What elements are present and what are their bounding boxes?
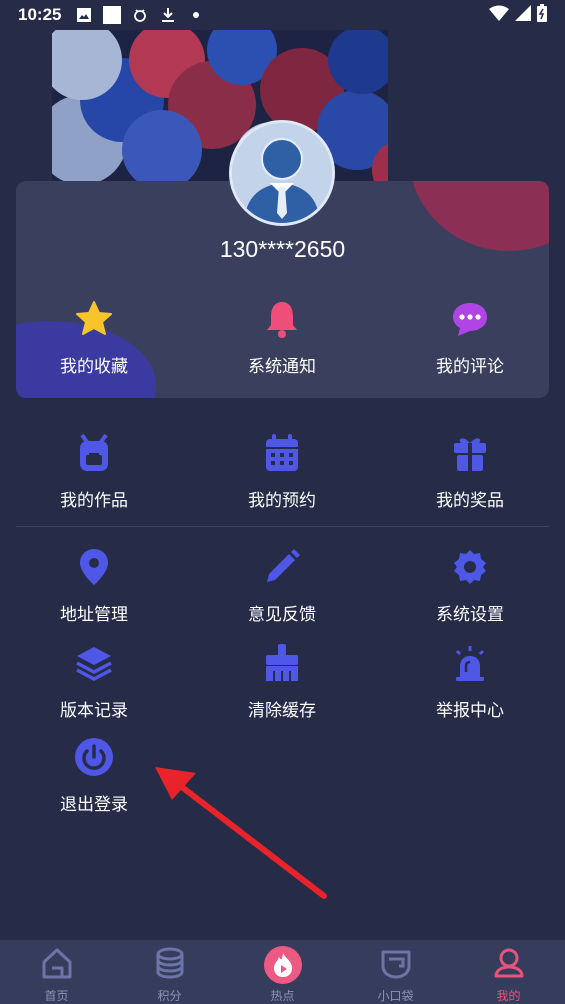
my-prizes-button[interactable]: 我的奖品 xyxy=(436,432,504,511)
layers-icon xyxy=(73,642,115,684)
flame-play-icon xyxy=(263,946,302,984)
status-bar: 10:25 xyxy=(0,0,565,30)
signal-icon xyxy=(515,4,531,26)
favorites-label: 我的收藏 xyxy=(60,357,128,377)
nav-points[interactable]: 积分 xyxy=(113,940,226,1004)
gift-icon xyxy=(449,432,491,474)
home-icon xyxy=(40,946,74,984)
system-settings-label: 系统设置 xyxy=(436,605,504,625)
pencil-icon xyxy=(261,546,303,588)
divider xyxy=(16,526,549,527)
notifications-button[interactable]: 系统通知 xyxy=(248,298,316,377)
image-icon xyxy=(75,6,93,24)
clear-cache-button[interactable]: 清除缓存 xyxy=(248,642,316,721)
nav-pocket[interactable]: 小口袋 xyxy=(339,940,452,1004)
coins-icon xyxy=(153,946,187,984)
my-works-button[interactable]: 我的作品 xyxy=(60,432,128,511)
calendar-icon xyxy=(261,432,303,474)
white-square-icon xyxy=(103,6,122,24)
download-icon xyxy=(159,6,177,24)
nav-hot[interactable]: 热点 xyxy=(226,940,339,1004)
star-icon xyxy=(73,298,115,340)
broom-icon xyxy=(261,642,303,684)
user-icon xyxy=(492,946,526,984)
nav-home[interactable]: 首页 xyxy=(0,940,113,1004)
nav-hot-label: 热点 xyxy=(270,989,295,1003)
notifications-label: 系统通知 xyxy=(248,357,316,377)
logout-button[interactable]: 退出登录 xyxy=(60,736,128,815)
clear-cache-label: 清除缓存 xyxy=(248,701,316,721)
backpack-icon xyxy=(73,432,115,474)
report-center-label: 举报中心 xyxy=(436,701,504,721)
feedback-label: 意见反馈 xyxy=(248,605,316,625)
bell-icon xyxy=(261,298,303,340)
profile-banner-image xyxy=(52,30,388,182)
power-icon xyxy=(73,736,115,778)
logout-label: 退出登录 xyxy=(60,795,128,815)
menu-row: 我的作品 我的预约 我的奖品 xyxy=(0,432,565,511)
nav-points-label: 积分 xyxy=(157,989,182,1003)
alarm-siren-icon xyxy=(449,642,491,684)
my-prizes-label: 我的奖品 xyxy=(436,491,504,511)
system-settings-button[interactable]: 系统设置 xyxy=(436,546,504,625)
version-history-button[interactable]: 版本记录 xyxy=(60,642,128,721)
version-history-label: 版本记录 xyxy=(60,701,128,721)
favorites-button[interactable]: 我的收藏 xyxy=(60,298,128,377)
nav-home-label: 首页 xyxy=(44,989,69,1003)
nav-mine-label: 我的 xyxy=(496,989,521,1003)
dot-icon xyxy=(187,6,205,24)
feedback-button[interactable]: 意见反馈 xyxy=(248,546,316,625)
menu-row: 地址管理 意见反馈 系统设置 xyxy=(0,546,565,625)
pocket-icon xyxy=(379,946,413,984)
my-works-label: 我的作品 xyxy=(60,491,128,511)
comment-icon xyxy=(449,298,491,340)
menu-row: 版本记录 清除缓存 举报中心 xyxy=(0,642,565,721)
battery-icon xyxy=(537,3,547,27)
report-center-button[interactable]: 举报中心 xyxy=(436,642,504,721)
wifi-icon xyxy=(489,5,509,26)
gear-icon xyxy=(449,546,491,588)
bug-icon xyxy=(131,6,149,24)
quick-actions-row: 我的收藏 系统通知 我的评论 xyxy=(0,298,565,377)
address-management-label: 地址管理 xyxy=(60,605,128,625)
nav-pocket-label: 小口袋 xyxy=(377,989,414,1003)
comments-button[interactable]: 我的评论 xyxy=(436,298,504,377)
my-reservations-label: 我的预约 xyxy=(248,491,316,511)
avatar[interactable] xyxy=(229,120,335,226)
phone-number: 130****2650 xyxy=(219,236,346,262)
status-time: 10:25 xyxy=(18,5,62,24)
menu-row: 退出登录 xyxy=(0,736,565,815)
nav-mine[interactable]: 我的 xyxy=(452,940,565,1004)
location-pin-icon xyxy=(73,546,115,588)
bottom-navigation: 首页 积分 热点 小口袋 我的 xyxy=(0,940,565,1004)
address-management-button[interactable]: 地址管理 xyxy=(60,546,128,625)
comments-label: 我的评论 xyxy=(436,357,504,377)
my-reservations-button[interactable]: 我的预约 xyxy=(248,432,316,511)
